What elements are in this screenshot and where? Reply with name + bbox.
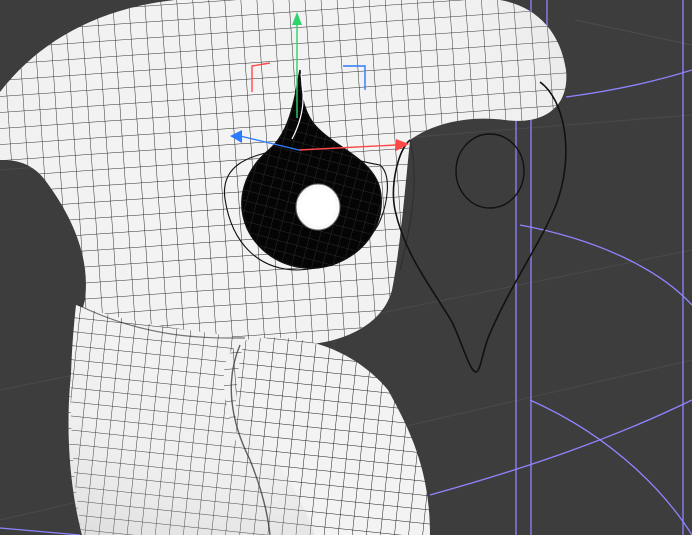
character-mesh[interactable]: [0, 0, 567, 535]
3d-viewport[interactable]: [0, 0, 692, 535]
curve-outline-eye[interactable]: [455, 133, 525, 209]
